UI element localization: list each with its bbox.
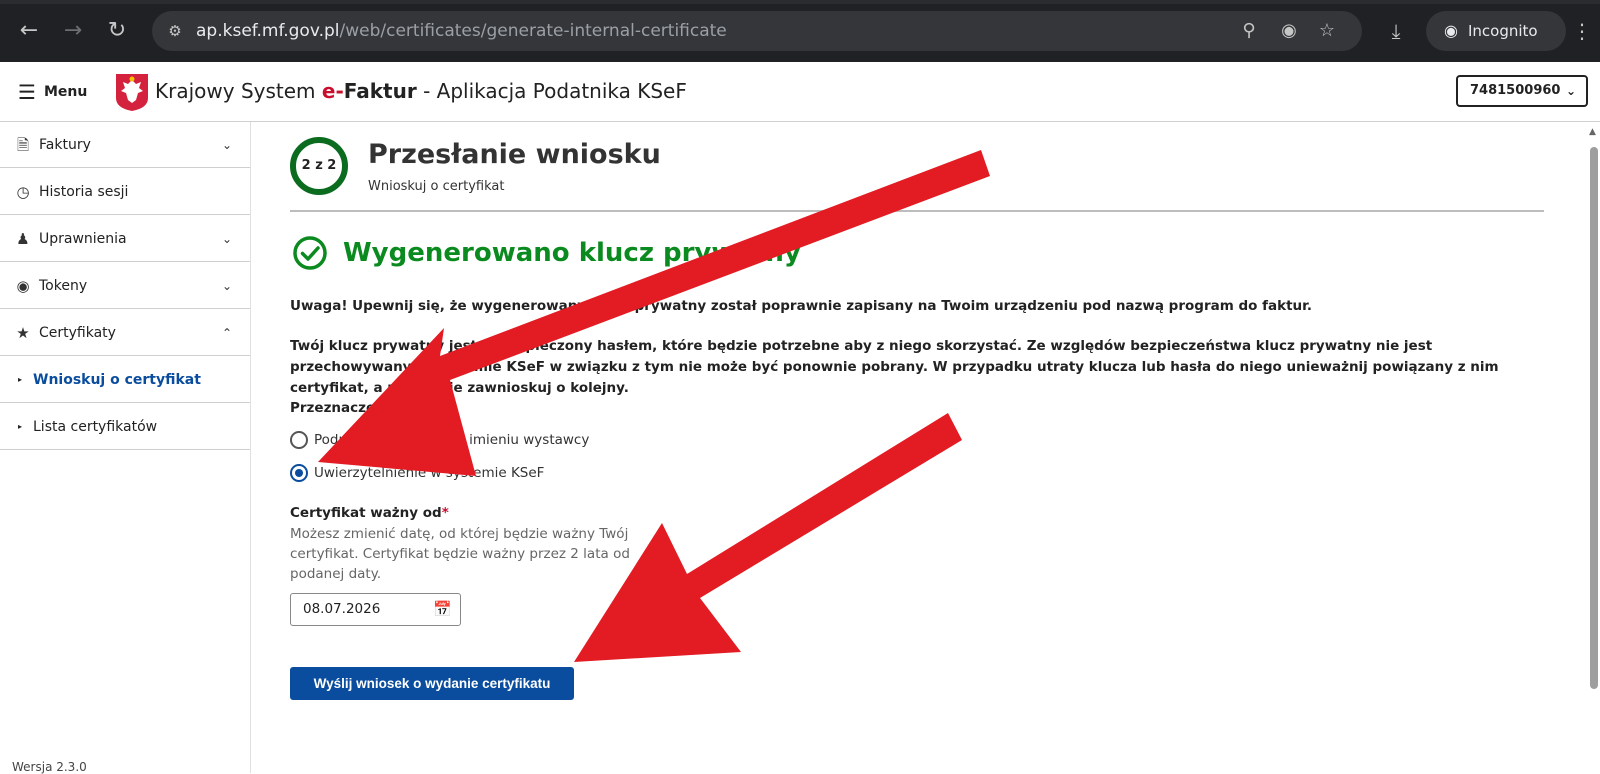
valid-from-value: 08.07.2026 — [303, 601, 381, 617]
people-icon: ♟ — [16, 230, 30, 248]
sidebar-item-tokeny[interactable]: ◉ Tokeny ⌄ — [0, 263, 250, 309]
clock-icon: ◷ — [16, 183, 30, 201]
forward-arrow-icon[interactable]: → — [60, 18, 86, 44]
chevron-down-icon: ⌄ — [221, 279, 232, 293]
hamburger-icon: ☰ — [18, 80, 36, 104]
info-text: Twój klucz prywatny jest zabezpieczony h… — [290, 338, 1499, 396]
zoom-icon[interactable]: ⚲ — [1238, 20, 1260, 42]
token-icon: ◉ — [16, 277, 30, 295]
submit-certificate-request-button[interactable]: Wyślij wniosek o wydanie certyfikatu — [290, 667, 574, 700]
sidebar-subitem-lista-certyfikatow[interactable]: ▸ Lista certyfikatów — [0, 404, 250, 450]
chevron-down-icon: ⌄ — [1565, 84, 1576, 98]
app-title[interactable]: Krajowy System e-Faktur - Aplikacja Poda… — [155, 78, 687, 104]
url-path: /web/certificates/generate-internal-cert… — [339, 21, 727, 41]
divider — [290, 210, 1544, 212]
radio-podpis-label[interactable]: Podpis dokumentów w imieniu wystawcy — [314, 432, 589, 448]
menu-button[interactable]: ☰ Menu — [18, 80, 87, 104]
app-title-faktur: Faktur — [343, 79, 417, 103]
step-indicator: 2 z 2 — [290, 137, 348, 195]
valid-from-help: Możesz zmienić datę, od której będzie wa… — [290, 526, 630, 582]
url-text[interactable]: ap.ksef.mf.gov.pl/web/certificates/gener… — [196, 20, 727, 42]
app-header: ☰ Menu Krajowy System e-Faktur - Aplikac… — [0, 62, 1600, 122]
tab-strip-edge — [0, 0, 1600, 4]
success-heading: Wygenerowano klucz prywatny — [343, 238, 801, 268]
incognito-label: Incognito — [1468, 22, 1538, 40]
sidebar: 🗎 Faktury ⌄ ◷ Historia sesji ♟ Uprawnien… — [0, 122, 251, 774]
purpose-label: Przeznaczenie — [290, 400, 399, 416]
chevron-down-icon: ⌄ — [221, 232, 232, 246]
page-title: Przesłanie wniosku — [368, 139, 661, 170]
sidebar-subitem-label: Lista certyfikatów — [33, 419, 158, 435]
sidebar-subitem-label: Wnioskuj o certyfikat — [33, 372, 201, 388]
radio-uwierzytelnienie[interactable] — [290, 464, 308, 482]
warning-text: Uwaga! Upewnij się, że wygenerowany kluc… — [290, 298, 1312, 314]
download-icon[interactable]: ⤓ — [1384, 19, 1408, 43]
nip-value: 7481500960 — [1470, 83, 1561, 98]
app-version: Wersja 2.3.0 — [12, 760, 87, 774]
reload-icon[interactable]: ↻ — [104, 18, 130, 44]
sidebar-item-label: Uprawnienia — [39, 231, 127, 247]
valid-from-date-input[interactable]: 08.07.2026 📅 — [290, 593, 461, 626]
sidebar-item-label: Historia sesji — [39, 184, 129, 200]
incognito-icon: ◉ — [1444, 21, 1458, 40]
radio-podpis[interactable] — [290, 431, 308, 449]
check-circle-icon — [293, 236, 327, 270]
sidebar-item-historia-sesji[interactable]: ◷ Historia sesji — [0, 169, 250, 215]
bullet-icon: ▸ — [18, 422, 23, 431]
site-settings-icon[interactable]: ⚙ — [164, 20, 186, 42]
more-menu-icon[interactable]: ⋮ — [1572, 19, 1592, 43]
radio-uwierzytelnienie-label[interactable]: Uwierzytelnienie w systemie KSeF — [314, 465, 544, 481]
app-title-suffix: - Aplikacja Podatnika KSeF — [416, 79, 687, 103]
nip-context-select[interactable]: 7481500960 ⌄ — [1456, 75, 1588, 107]
sidebar-item-label: Certyfikaty — [39, 325, 116, 341]
app-title-e: e- — [321, 79, 344, 103]
chevron-up-icon: ⌃ — [221, 326, 232, 340]
polish-eagle-emblem-icon — [116, 74, 148, 111]
address-bar[interactable]: ⚙ ap.ksef.mf.gov.pl/web/certificates/gen… — [152, 11, 1362, 51]
calendar-icon[interactable]: 📅 — [433, 600, 452, 618]
app-title-prefix: Krajowy System — [155, 79, 316, 103]
scrollbar-thumb[interactable] — [1590, 147, 1598, 689]
certificate-icon: ★ — [16, 324, 30, 342]
menu-label: Menu — [43, 84, 88, 100]
page-scrollbar[interactable]: ▲ — [1588, 127, 1600, 773]
sidebar-item-label: Tokeny — [39, 278, 88, 294]
page-subtitle: Wnioskuj o certyfikat — [368, 179, 505, 194]
valid-from-label-text: Certyfikat ważny od — [290, 505, 442, 521]
document-icon: 🗎 — [16, 136, 30, 154]
url-host: ap.ksef.mf.gov.pl — [196, 21, 340, 41]
sidebar-item-faktury[interactable]: 🗎 Faktury ⌄ — [0, 122, 250, 168]
browser-toolbar: ← → ↻ ⚙ ap.ksef.mf.gov.pl/web/certificat… — [0, 0, 1600, 62]
bullet-icon: ▸ — [18, 375, 23, 384]
back-arrow-icon[interactable]: ← — [16, 18, 42, 44]
eye-off-icon[interactable]: ◉ — [1278, 20, 1300, 42]
incognito-badge[interactable]: ◉ Incognito — [1426, 11, 1566, 51]
required-mark: * — [441, 505, 449, 521]
sidebar-item-label: Faktury — [39, 137, 91, 153]
sidebar-item-certyfikaty[interactable]: ★ Certyfikaty ⌃ — [0, 310, 250, 356]
sidebar-item-uprawnienia[interactable]: ♟ Uprawnienia ⌄ — [0, 216, 250, 262]
valid-from-label: Certyfikat ważny od* — [290, 505, 449, 521]
scroll-up-arrow-icon[interactable]: ▲ — [1589, 127, 1596, 137]
star-bookmark-icon[interactable]: ☆ — [1316, 20, 1338, 42]
sidebar-subitem-wnioskuj[interactable]: ▸ Wnioskuj o certyfikat — [0, 357, 250, 403]
chevron-down-icon: ⌄ — [221, 138, 232, 152]
